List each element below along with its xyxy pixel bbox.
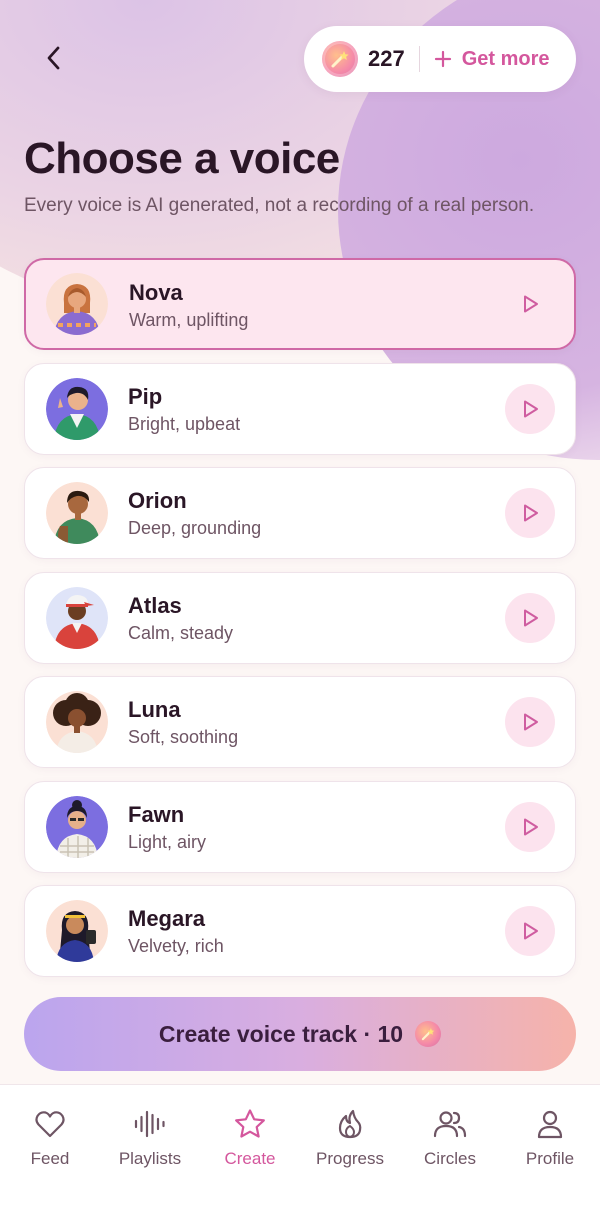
play-button-atlas[interactable] xyxy=(505,592,555,643)
voice-description: Deep, grounding xyxy=(128,518,262,538)
play-button-luna[interactable] xyxy=(505,697,555,747)
voice-card-orion[interactable]: Orion Deep, grounding xyxy=(24,467,576,559)
voice-name: Pip xyxy=(128,383,163,409)
voice-description: Warm, uplifting xyxy=(129,310,249,330)
avatar-luna xyxy=(46,691,108,753)
flame-icon xyxy=(333,1107,367,1141)
tab-label: Progress xyxy=(315,1149,385,1168)
chevron-left-icon xyxy=(47,46,60,70)
play-button-megara[interactable] xyxy=(505,906,555,956)
create-voice-track-button[interactable]: Create voice track · 10 xyxy=(24,997,576,1071)
tab-create[interactable]: Create xyxy=(200,1085,300,1220)
play-button-nova[interactable] xyxy=(505,279,555,329)
avatar-orion xyxy=(46,482,108,544)
avatar-fawn xyxy=(46,795,108,858)
page-subtitle: Every voice is AI generated, not a recor… xyxy=(24,195,535,216)
coin-icon xyxy=(322,41,358,77)
play-icon xyxy=(524,400,538,417)
play-icon xyxy=(524,713,538,731)
coin-count: 227 xyxy=(368,46,405,71)
tab-label: Feed xyxy=(30,1149,70,1168)
play-icon xyxy=(524,922,538,940)
voice-description: Velvety, rich xyxy=(128,936,224,956)
heart-icon xyxy=(33,1107,67,1141)
voice-description: Bright, upbeat xyxy=(128,413,241,434)
pill-divider xyxy=(418,46,420,72)
play-icon xyxy=(524,504,538,522)
voice-card-luna[interactable]: Luna Soft, soothing xyxy=(24,676,576,768)
voice-list: Nova Warm, uplifting Pip Bright, upbeat … xyxy=(24,258,576,990)
tab-feed[interactable]: Feed xyxy=(0,1085,100,1220)
coin-icon xyxy=(415,1021,442,1047)
back-button[interactable] xyxy=(34,38,74,78)
tab-playlists[interactable]: Playlists xyxy=(100,1085,200,1220)
tab-circles[interactable]: Circles xyxy=(400,1085,500,1220)
play-icon xyxy=(524,295,538,313)
avatar-atlas xyxy=(46,586,108,649)
play-button-orion[interactable] xyxy=(505,488,555,538)
audio-wave-icon xyxy=(133,1107,167,1141)
people-icon xyxy=(433,1107,467,1141)
voice-description: Light, airy xyxy=(128,831,207,852)
voice-name: Nova xyxy=(129,280,183,305)
person-icon xyxy=(533,1107,567,1141)
voice-name: Atlas xyxy=(128,592,182,618)
tab-label: Create xyxy=(224,1149,276,1168)
create-button-label: Create voice track · 10 xyxy=(158,1020,404,1047)
voice-name: Luna xyxy=(128,697,181,722)
play-button-fawn[interactable] xyxy=(505,801,555,852)
star-icon xyxy=(233,1107,267,1141)
get-more-label: Get more xyxy=(461,47,550,70)
avatar-pip xyxy=(46,377,108,440)
voice-description: Soft, soothing xyxy=(128,727,239,747)
page-title: Choose a voice xyxy=(24,134,340,183)
play-button-pip[interactable] xyxy=(505,383,555,434)
avatar-megara xyxy=(46,900,108,962)
play-icon xyxy=(524,609,538,626)
voice-card-megara[interactable]: Megara Velvety, rich xyxy=(24,885,576,977)
voice-card-atlas[interactable]: Atlas Calm, steady xyxy=(24,571,576,664)
voice-name: Orion xyxy=(128,488,187,513)
coin-balance-pill: 227 Get more xyxy=(304,26,576,92)
get-more-button[interactable]: Get more xyxy=(434,48,550,71)
avatar-nova xyxy=(46,273,108,335)
voice-card-nova[interactable]: Nova Warm, uplifting xyxy=(24,258,576,350)
tab-profile[interactable]: Profile xyxy=(500,1085,600,1220)
voice-name: Megara xyxy=(128,906,206,931)
tab-label: Playlists xyxy=(118,1149,182,1168)
voice-card-fawn[interactable]: Fawn Light, airy xyxy=(24,780,576,873)
tab-label: Circles xyxy=(424,1149,476,1168)
voice-name: Fawn xyxy=(128,801,185,827)
bottom-tab-bar: Feed Playlists Create Progress Circles P… xyxy=(0,1084,600,1220)
tab-progress[interactable]: Progress xyxy=(300,1085,400,1220)
voice-description: Calm, steady xyxy=(128,622,234,643)
plus-icon xyxy=(434,50,451,68)
play-icon xyxy=(524,818,538,835)
voice-card-pip[interactable]: Pip Bright, upbeat xyxy=(24,362,576,455)
tab-label: Profile xyxy=(525,1149,575,1168)
